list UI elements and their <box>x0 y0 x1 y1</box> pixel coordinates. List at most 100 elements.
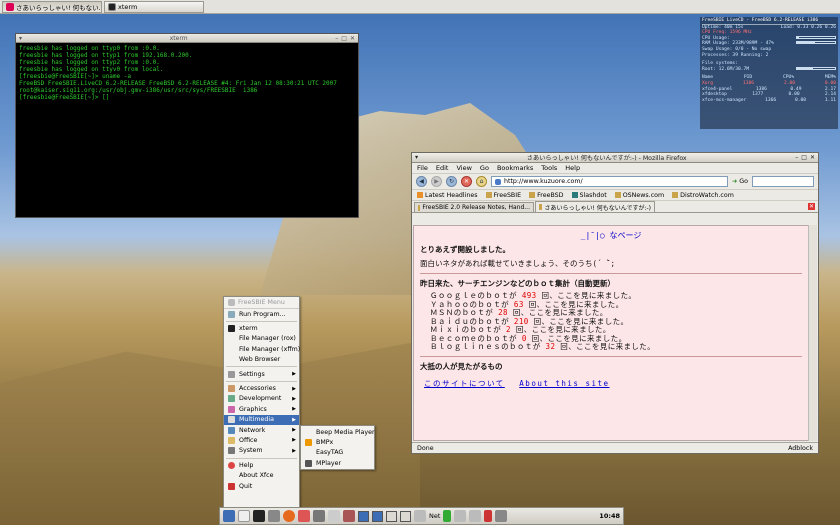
page-intro: とりあえず開設しました。 <box>420 245 510 254</box>
terminal-icon[interactable] <box>253 510 265 522</box>
bookmark-item[interactable]: DistroWatch.com <box>672 192 734 199</box>
media-icon[interactable] <box>313 510 325 522</box>
about-link-jp[interactable]: このサイトについて <box>424 379 505 388</box>
menu-label: Accessories <box>239 385 276 393</box>
tools-icon[interactable] <box>454 510 467 522</box>
workspace-2[interactable] <box>372 510 383 522</box>
workspace-3[interactable] <box>386 510 397 522</box>
file-manager-icon[interactable] <box>238 510 250 522</box>
terminal-output[interactable]: freesbie has logged on ttyp0 from :0.0. … <box>16 43 358 103</box>
close-tab-icon[interactable]: ✕ <box>808 203 815 210</box>
settings-icon[interactable] <box>268 510 280 522</box>
quit-icon <box>228 482 235 490</box>
menu-label: Web Browser <box>239 356 281 364</box>
bookmark-item[interactable]: OSNews.com <box>614 192 664 199</box>
blank-icon <box>228 356 235 363</box>
window-menu-icon[interactable]: ▾ <box>19 35 22 42</box>
forward-icon[interactable]: ▶ <box>431 176 442 187</box>
url-bar[interactable]: http://www.kuzuore.com/ <box>491 176 728 187</box>
workspace-4[interactable] <box>400 510 411 522</box>
bookmark-item[interactable]: Latest Headlines <box>417 192 478 199</box>
mail-icon[interactable] <box>298 510 310 522</box>
menu-tools[interactable]: Tools <box>541 164 557 172</box>
menu-graphics[interactable]: Graphics ▶ <box>224 404 299 414</box>
menu-label: xterm <box>239 325 258 333</box>
xterm-titlebar[interactable]: ▾ xterm – □ ✕ <box>16 34 358 43</box>
maximize-icon[interactable]: □ <box>801 154 807 161</box>
menu-view[interactable]: View <box>456 164 471 172</box>
term-line: freesbie has logged on ttyp2 from :0.0. <box>19 59 160 66</box>
close-icon[interactable]: ✕ <box>810 154 815 161</box>
maximize-icon[interactable]: □ <box>341 35 347 42</box>
section-bots: 昨日来た、サーチエンジンなどのｂｏｔ集計（自動更新） <box>420 279 615 288</box>
section-popular: 大抵の人が見たがるもの <box>420 361 503 371</box>
clock[interactable]: 10:48 <box>599 512 620 520</box>
ram-bar <box>796 41 836 45</box>
terminal-icon <box>108 3 116 11</box>
menu-quit[interactable]: Quit <box>224 481 299 491</box>
menu-go[interactable]: Go <box>480 164 489 172</box>
edit-icon[interactable] <box>328 510 340 522</box>
page-content: _|¯|○ なページ とりあえず開設しました。 面白いネタがあれば載せていきまし… <box>413 225 809 441</box>
minimize-icon[interactable]: – <box>795 154 798 161</box>
menu-file-manager-xffm[interactable]: File Manager (xffm) <box>224 344 300 354</box>
proc-mem: 1.11 <box>824 97 836 103</box>
reload-icon[interactable]: ↻ <box>446 176 457 187</box>
submenu-easytag[interactable]: EasyTAG <box>301 448 374 458</box>
submenu-mplayer[interactable]: MPlayer <box>301 458 374 468</box>
bookmark-item[interactable]: Slashdot <box>571 192 607 199</box>
adblock-button[interactable]: Adblock <box>788 445 813 452</box>
menu-xterm[interactable]: xterm <box>224 323 299 333</box>
freesbie-icon <box>228 299 235 306</box>
cpu-graph-icon <box>414 510 426 522</box>
xfce-menu-icon[interactable] <box>223 510 235 522</box>
menu-settings[interactable]: Settings ▶ <box>224 369 299 379</box>
menu-office[interactable]: Office ▶ <box>224 435 299 445</box>
menu-system[interactable]: System ▶ <box>224 446 299 456</box>
menu-network[interactable]: Network ▶ <box>224 425 299 435</box>
menu-help[interactable]: Help <box>565 164 580 172</box>
task-xterm[interactable]: xterm <box>104 1 204 13</box>
blank-icon <box>228 335 235 342</box>
menu-help[interactable]: Help <box>224 460 299 470</box>
about-link-en[interactable]: About this site <box>519 379 609 388</box>
tray-icon[interactable] <box>469 510 482 522</box>
menu-bookmarks[interactable]: Bookmarks <box>497 164 533 172</box>
tab-release-notes[interactable]: FreeSBIE 2.0 Release Notes, Hand... <box>414 202 534 212</box>
go-button[interactable]: ➜ Go <box>732 178 748 185</box>
firefox-window[interactable]: ▾ さあいらっしゃい! 何もないんですが:-) - Mozilla Firefo… <box>411 152 819 454</box>
proc-pid: 1366 <box>765 97 777 103</box>
menu-web-browser[interactable]: Web Browser <box>224 355 299 365</box>
tray-icon[interactable] <box>484 510 493 522</box>
task-firefox[interactable]: さあいらっしゃい! 何もない... <box>2 1 102 13</box>
stop-icon[interactable]: ✕ <box>461 176 472 187</box>
menu-file-manager-rox[interactable]: File Manager (rox) <box>224 334 299 344</box>
back-icon[interactable]: ◀ <box>416 176 427 187</box>
bookmark-item[interactable]: FreeSBIE <box>485 192 521 199</box>
menu-edit[interactable]: Edit <box>436 164 449 172</box>
search-input[interactable] <box>752 176 814 187</box>
tab-kuzuore[interactable]: さあいらっしゃい! 何もないんですが:-) <box>535 201 655 212</box>
submenu-bmpx[interactable]: BMPx <box>301 437 374 447</box>
xterm-window[interactable]: ▾ xterm – □ ✕ freesbie has logged on ttyp0… <box>15 33 359 218</box>
menu-file[interactable]: File <box>417 164 428 172</box>
home-icon[interactable]: ⌂ <box>476 176 487 187</box>
submenu-beep-media-player[interactable]: Beep Media Player <box>301 427 375 437</box>
firefox-icon[interactable] <box>283 510 295 522</box>
proc-cpu: 0.00 <box>795 97 807 103</box>
firefox-titlebar[interactable]: ▾ さあいらっしゃい! 何もないんですが:-) - Mozilla Firefo… <box>412 153 818 163</box>
menu-about-xfce[interactable]: About Xfce <box>224 470 299 480</box>
minimize-icon[interactable]: – <box>335 35 338 42</box>
logout-icon[interactable] <box>343 510 355 522</box>
close-icon[interactable]: ✕ <box>350 35 355 42</box>
menu-development[interactable]: Development ▶ <box>224 394 299 404</box>
window-menu-icon[interactable]: ▾ <box>415 154 418 161</box>
vertical-scrollbar[interactable] <box>808 225 817 441</box>
workspace-1[interactable] <box>358 510 369 522</box>
menu-accessories[interactable]: Accessories ▶ <box>224 383 299 393</box>
menu-run-program[interactable]: Run Program... <box>224 309 299 319</box>
volume-icon[interactable] <box>495 510 508 522</box>
menu-multimedia[interactable]: Multimedia ▶ <box>224 414 299 425</box>
conky-header: FreeSBIE LiveCD - FreeBSD 6.2-RELEASE i3… <box>702 18 836 25</box>
bookmark-item[interactable]: FreeBSD <box>529 192 564 199</box>
